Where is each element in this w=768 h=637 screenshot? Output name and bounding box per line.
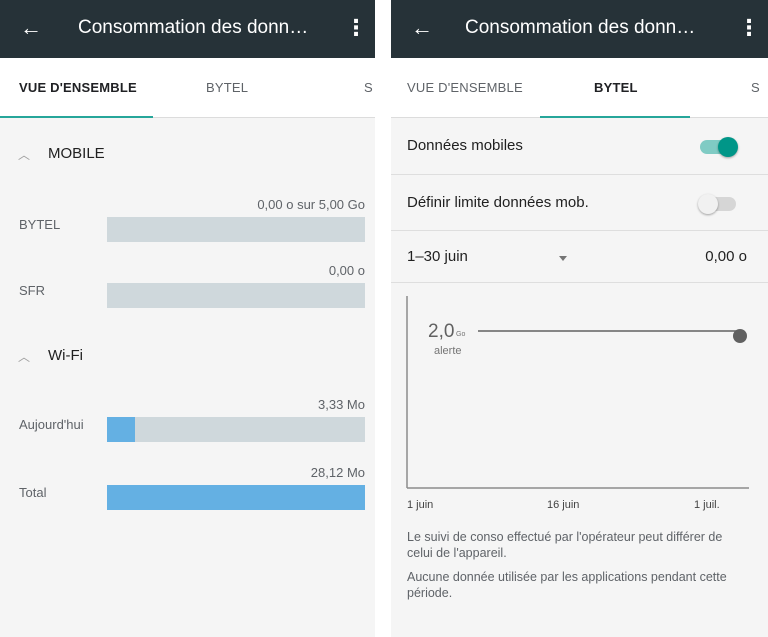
usage-fill bbox=[107, 417, 136, 442]
usage-row-sfr[interactable]: SFR 0,00 o bbox=[0, 263, 375, 311]
usage-value: 3,33 Mo bbox=[318, 397, 365, 412]
tab-indicator bbox=[0, 116, 153, 118]
more-vert-icon[interactable]: ⋮ bbox=[345, 14, 367, 42]
section-wifi[interactable]: ︿ Wi-Fi bbox=[0, 345, 375, 375]
section-title-wifi: Wi-Fi bbox=[48, 347, 83, 364]
alert-handle[interactable] bbox=[733, 329, 747, 343]
tab-bar: VUE D'ENSEMBLE BYTEL S bbox=[0, 58, 375, 118]
usage-bar bbox=[107, 485, 365, 510]
usage-label: SFR bbox=[19, 283, 45, 298]
more-vert-icon[interactable]: ⋮ bbox=[738, 14, 760, 42]
operator-note: Le suivi de conso effectué par l'opérate… bbox=[407, 530, 723, 560]
app-bar: ← Consommation des donn… ⋮ bbox=[0, 0, 375, 58]
limit-toggle[interactable] bbox=[698, 194, 736, 214]
chevron-up-icon: ︿ bbox=[18, 350, 31, 364]
alert-value: 2,0 bbox=[428, 321, 454, 342]
bytel-screen: ← Consommation des donn… ⋮ VUE D'ENSEMBL… bbox=[391, 0, 768, 637]
x-label-start: 1 juin bbox=[407, 499, 433, 511]
usage-row-today[interactable]: Aujourd'hui 3,33 Mo bbox=[0, 397, 375, 445]
usage-fill bbox=[107, 485, 365, 510]
usage-bar bbox=[107, 417, 365, 442]
limit-label: Définir limite données mob. bbox=[407, 194, 589, 211]
mobile-data-label: Données mobiles bbox=[407, 137, 523, 154]
toggle-knob bbox=[718, 137, 738, 157]
period-select[interactable]: 1–30 juin bbox=[407, 248, 468, 265]
usage-chart-svg: 2,0 Go alerte 1 juin 16 juin 1 juil. bbox=[406, 296, 749, 511]
back-arrow-icon[interactable]: ← bbox=[411, 14, 435, 42]
tab-bytel[interactable]: BYTEL bbox=[206, 80, 248, 95]
usage-row-total[interactable]: Total 28,12 Mo bbox=[0, 465, 375, 513]
tab-sfr[interactable]: S bbox=[364, 80, 373, 95]
dropdown-arrow-icon[interactable] bbox=[559, 256, 567, 261]
usage-value: 28,12 Mo bbox=[310, 465, 365, 480]
tab-overview[interactable]: VUE D'ENSEMBLE bbox=[19, 80, 137, 95]
usage-value: 0,00 o bbox=[328, 263, 365, 278]
x-label-end: 1 juil. bbox=[694, 499, 720, 511]
app-title: Consommation des donn… bbox=[78, 17, 309, 38]
section-mobile[interactable]: ︿ MOBILE bbox=[0, 143, 375, 173]
back-arrow-icon[interactable]: ← bbox=[20, 14, 44, 42]
usage-label: Aujourd'hui bbox=[19, 417, 84, 432]
mobile-data-row[interactable]: Données mobiles bbox=[391, 119, 768, 175]
tab-bar: VUE D'ENSEMBLE BYTEL S bbox=[391, 58, 768, 118]
alert-unit: Go bbox=[456, 331, 465, 338]
chevron-up-icon: ︿ bbox=[18, 148, 31, 162]
usage-chart: 2,0 Go alerte 1 juin 16 juin 1 juil. bbox=[404, 296, 756, 516]
overview-screen: ← Consommation des donn… ⋮ VUE D'ENSEMBL… bbox=[0, 0, 375, 637]
mobile-data-toggle[interactable] bbox=[700, 137, 738, 157]
period-total: 0,00 o bbox=[705, 248, 747, 265]
tab-bytel[interactable]: BYTEL bbox=[594, 80, 638, 95]
section-title-mobile: MOBILE bbox=[48, 145, 105, 162]
usage-label: Total bbox=[19, 485, 47, 500]
usage-bar bbox=[107, 283, 365, 308]
app-title: Consommation des donn… bbox=[465, 17, 696, 38]
usage-label: BYTEL bbox=[19, 217, 61, 232]
toggle-knob bbox=[698, 194, 718, 214]
alert-label: alerte bbox=[434, 345, 462, 357]
tab-overview[interactable]: VUE D'ENSEMBLE bbox=[407, 80, 523, 95]
tab-indicator bbox=[540, 116, 690, 118]
usage-row-bytel[interactable]: BYTEL 0,00 o sur 5,00 Go bbox=[0, 197, 375, 245]
x-label-mid: 16 juin bbox=[547, 499, 579, 511]
app-bar: ← Consommation des donn… ⋮ bbox=[391, 0, 768, 58]
period-row: 1–30 juin 0,00 o bbox=[391, 231, 768, 283]
usage-value: 0,00 o sur 5,00 Go bbox=[257, 197, 365, 212]
tab-sfr[interactable]: S bbox=[751, 80, 760, 95]
usage-bar bbox=[107, 217, 365, 242]
no-data-note: Aucune donnée utilisée par les applicati… bbox=[407, 570, 727, 600]
limit-row[interactable]: Définir limite données mob. bbox=[391, 175, 768, 231]
